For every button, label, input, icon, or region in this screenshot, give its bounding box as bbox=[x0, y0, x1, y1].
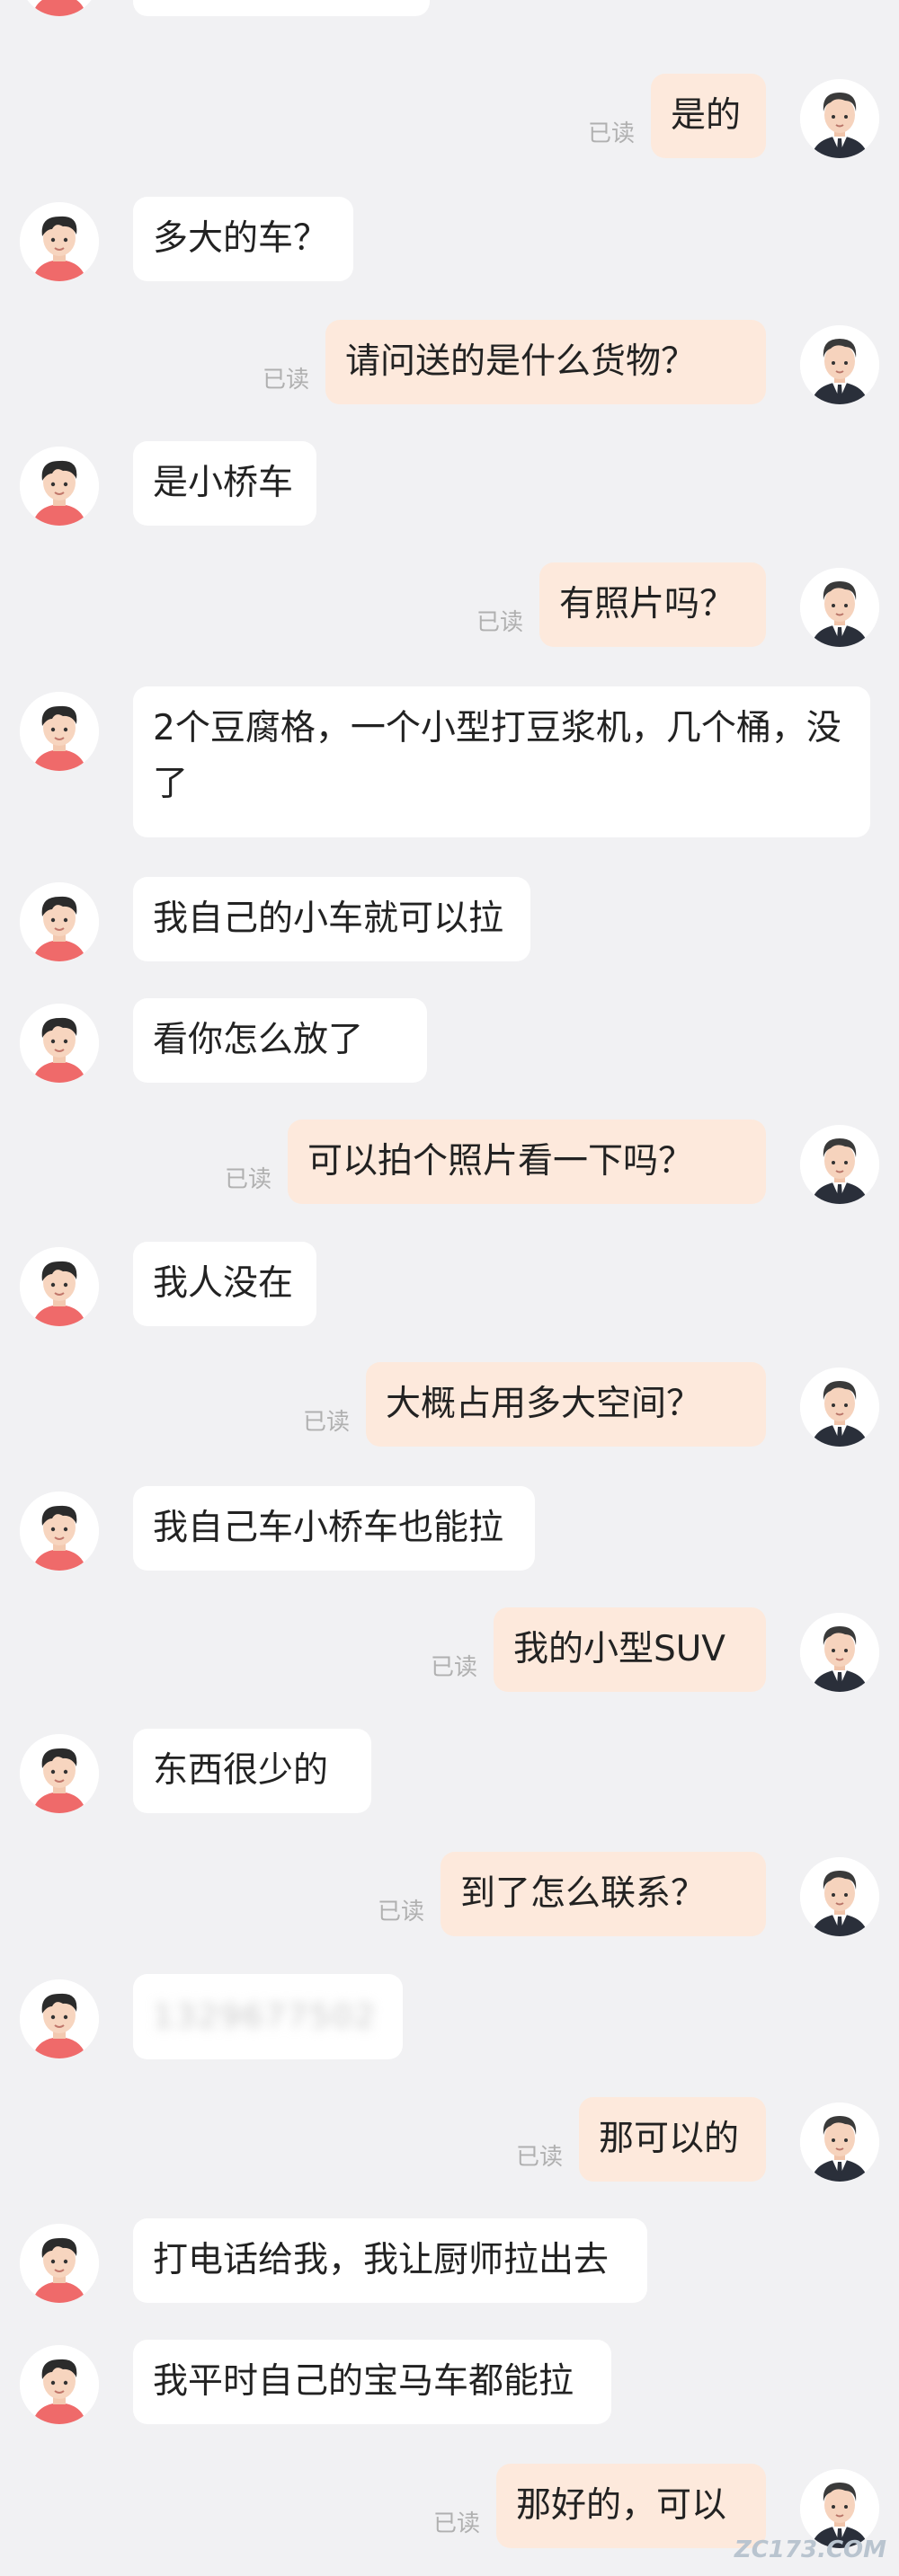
user-avatar[interactable] bbox=[800, 1125, 879, 1204]
contact-avatar[interactable] bbox=[20, 1492, 99, 1571]
message-text: 我的小型SUV bbox=[513, 1629, 725, 1669]
sent-message-bubble[interactable]: 到了怎么联系？ bbox=[441, 1852, 766, 1936]
read-receipt: 已读 bbox=[587, 120, 635, 147]
message-text: 那好的，可以 bbox=[516, 2485, 727, 2526]
contact-avatar[interactable] bbox=[20, 1979, 99, 2058]
message-text: 那可以的 bbox=[599, 2119, 740, 2159]
message-text: 可以拍个照片看一下吗？ bbox=[307, 1141, 694, 1182]
contact-avatar[interactable] bbox=[20, 202, 99, 281]
user-avatar[interactable] bbox=[800, 325, 879, 404]
sent-message-bubble[interactable]: 那可以的 bbox=[579, 2097, 766, 2182]
message-text: 我平时自己的宝马车都能拉 bbox=[153, 2361, 574, 2402]
received-message-bubble[interactable]: 东西很少的 bbox=[133, 1729, 371, 1813]
read-receipt: 已读 bbox=[430, 1654, 477, 1681]
user-avatar[interactable] bbox=[800, 79, 879, 158]
watermark-logo: ZC173.COM bbox=[734, 2536, 886, 2563]
read-receipt: 已读 bbox=[515, 2144, 563, 2171]
contact-avatar[interactable] bbox=[20, 1004, 99, 1083]
contact-avatar[interactable] bbox=[20, 0, 99, 16]
user-avatar[interactable] bbox=[800, 1857, 879, 1936]
received-message-bubble[interactable]: 1329677502 bbox=[133, 1974, 403, 2059]
sent-message-bubble[interactable]: 我的小型SUV bbox=[494, 1607, 766, 1692]
received-message-bubble[interactable]: 我自己的小车就可以拉 bbox=[133, 877, 530, 961]
user-avatar[interactable] bbox=[800, 568, 879, 647]
contact-avatar[interactable] bbox=[20, 882, 99, 961]
read-receipt: 已读 bbox=[476, 609, 523, 636]
message-text: 打电话给我，我让厨师拉出去 bbox=[153, 2240, 610, 2280]
received-message-bubble[interactable]: 2个豆腐格，一个小型打豆浆机，几个桶，没了 bbox=[133, 686, 870, 837]
received-message-bubble[interactable]: 你的是小车吗？ bbox=[133, 0, 430, 16]
message-text: 请问送的是什么货物？ bbox=[345, 341, 697, 382]
message-text: 我自己车小桥车也能拉 bbox=[153, 1508, 504, 1548]
received-message-bubble[interactable]: 我自己车小桥车也能拉 bbox=[133, 1486, 535, 1571]
message-text: 看你怎么放了 bbox=[153, 1020, 364, 1060]
message-text: 到了怎么联系？ bbox=[460, 1873, 707, 1914]
message-text: 东西很少的 bbox=[153, 1750, 329, 1791]
sent-message-bubble[interactable]: 有照片吗？ bbox=[539, 562, 766, 647]
read-receipt: 已读 bbox=[262, 367, 309, 394]
message-text: 多大的车？ bbox=[153, 218, 329, 259]
contact-avatar[interactable] bbox=[20, 2224, 99, 2303]
contact-avatar[interactable] bbox=[20, 692, 99, 771]
read-receipt: 已读 bbox=[432, 2510, 480, 2537]
message-text: 有照片吗？ bbox=[559, 584, 735, 624]
received-message-bubble[interactable]: 我平时自己的宝马车都能拉 bbox=[133, 2340, 611, 2424]
contact-avatar[interactable] bbox=[20, 2345, 99, 2424]
contact-avatar[interactable] bbox=[20, 447, 99, 526]
sent-message-bubble[interactable]: 大概占用多大空间？ bbox=[366, 1362, 766, 1447]
message-text: 是的 bbox=[671, 95, 742, 136]
contact-avatar[interactable] bbox=[20, 1247, 99, 1326]
received-message-bubble[interactable]: 我人没在 bbox=[133, 1242, 316, 1326]
read-receipt: 已读 bbox=[377, 1899, 424, 1925]
received-message-bubble[interactable]: 是小桥车 bbox=[133, 441, 316, 526]
sent-message-bubble[interactable]: 那好的，可以 bbox=[496, 2464, 766, 2548]
message-text: 大概占用多大空间？ bbox=[386, 1384, 702, 1424]
blurred-phone-number: 1329677502 bbox=[153, 1998, 378, 2035]
user-avatar[interactable] bbox=[800, 2102, 879, 2182]
received-message-bubble[interactable]: 打电话给我，我让厨师拉出去 bbox=[133, 2218, 647, 2303]
sent-message-bubble[interactable]: 请问送的是什么货物？ bbox=[325, 320, 766, 404]
read-receipt: 已读 bbox=[224, 1166, 271, 1193]
received-message-bubble[interactable]: 多大的车？ bbox=[133, 197, 353, 281]
message-text: 我人没在 bbox=[153, 1263, 294, 1304]
chat-thread: 你的是小车吗？ 是的已读 多大的车？ 请问送的是什么货物？ 已读 是小桥车 有照片… bbox=[0, 0, 899, 2576]
message-text: 我自己的小车就可以拉 bbox=[153, 899, 504, 939]
message-text: 是小桥车 bbox=[153, 463, 294, 503]
received-message-bubble[interactable]: 看你怎么放了 bbox=[133, 998, 427, 1083]
contact-avatar[interactable] bbox=[20, 1734, 99, 1813]
sent-message-bubble[interactable]: 是的 bbox=[651, 74, 766, 158]
sent-message-bubble[interactable]: 可以拍个照片看一下吗？ bbox=[288, 1120, 766, 1204]
user-avatar[interactable] bbox=[800, 1368, 879, 1447]
message-text: 2个豆腐格，一个小型打豆浆机，几个桶，没了 bbox=[153, 708, 841, 804]
read-receipt: 已读 bbox=[302, 1409, 350, 1436]
user-avatar[interactable] bbox=[800, 1613, 879, 1692]
